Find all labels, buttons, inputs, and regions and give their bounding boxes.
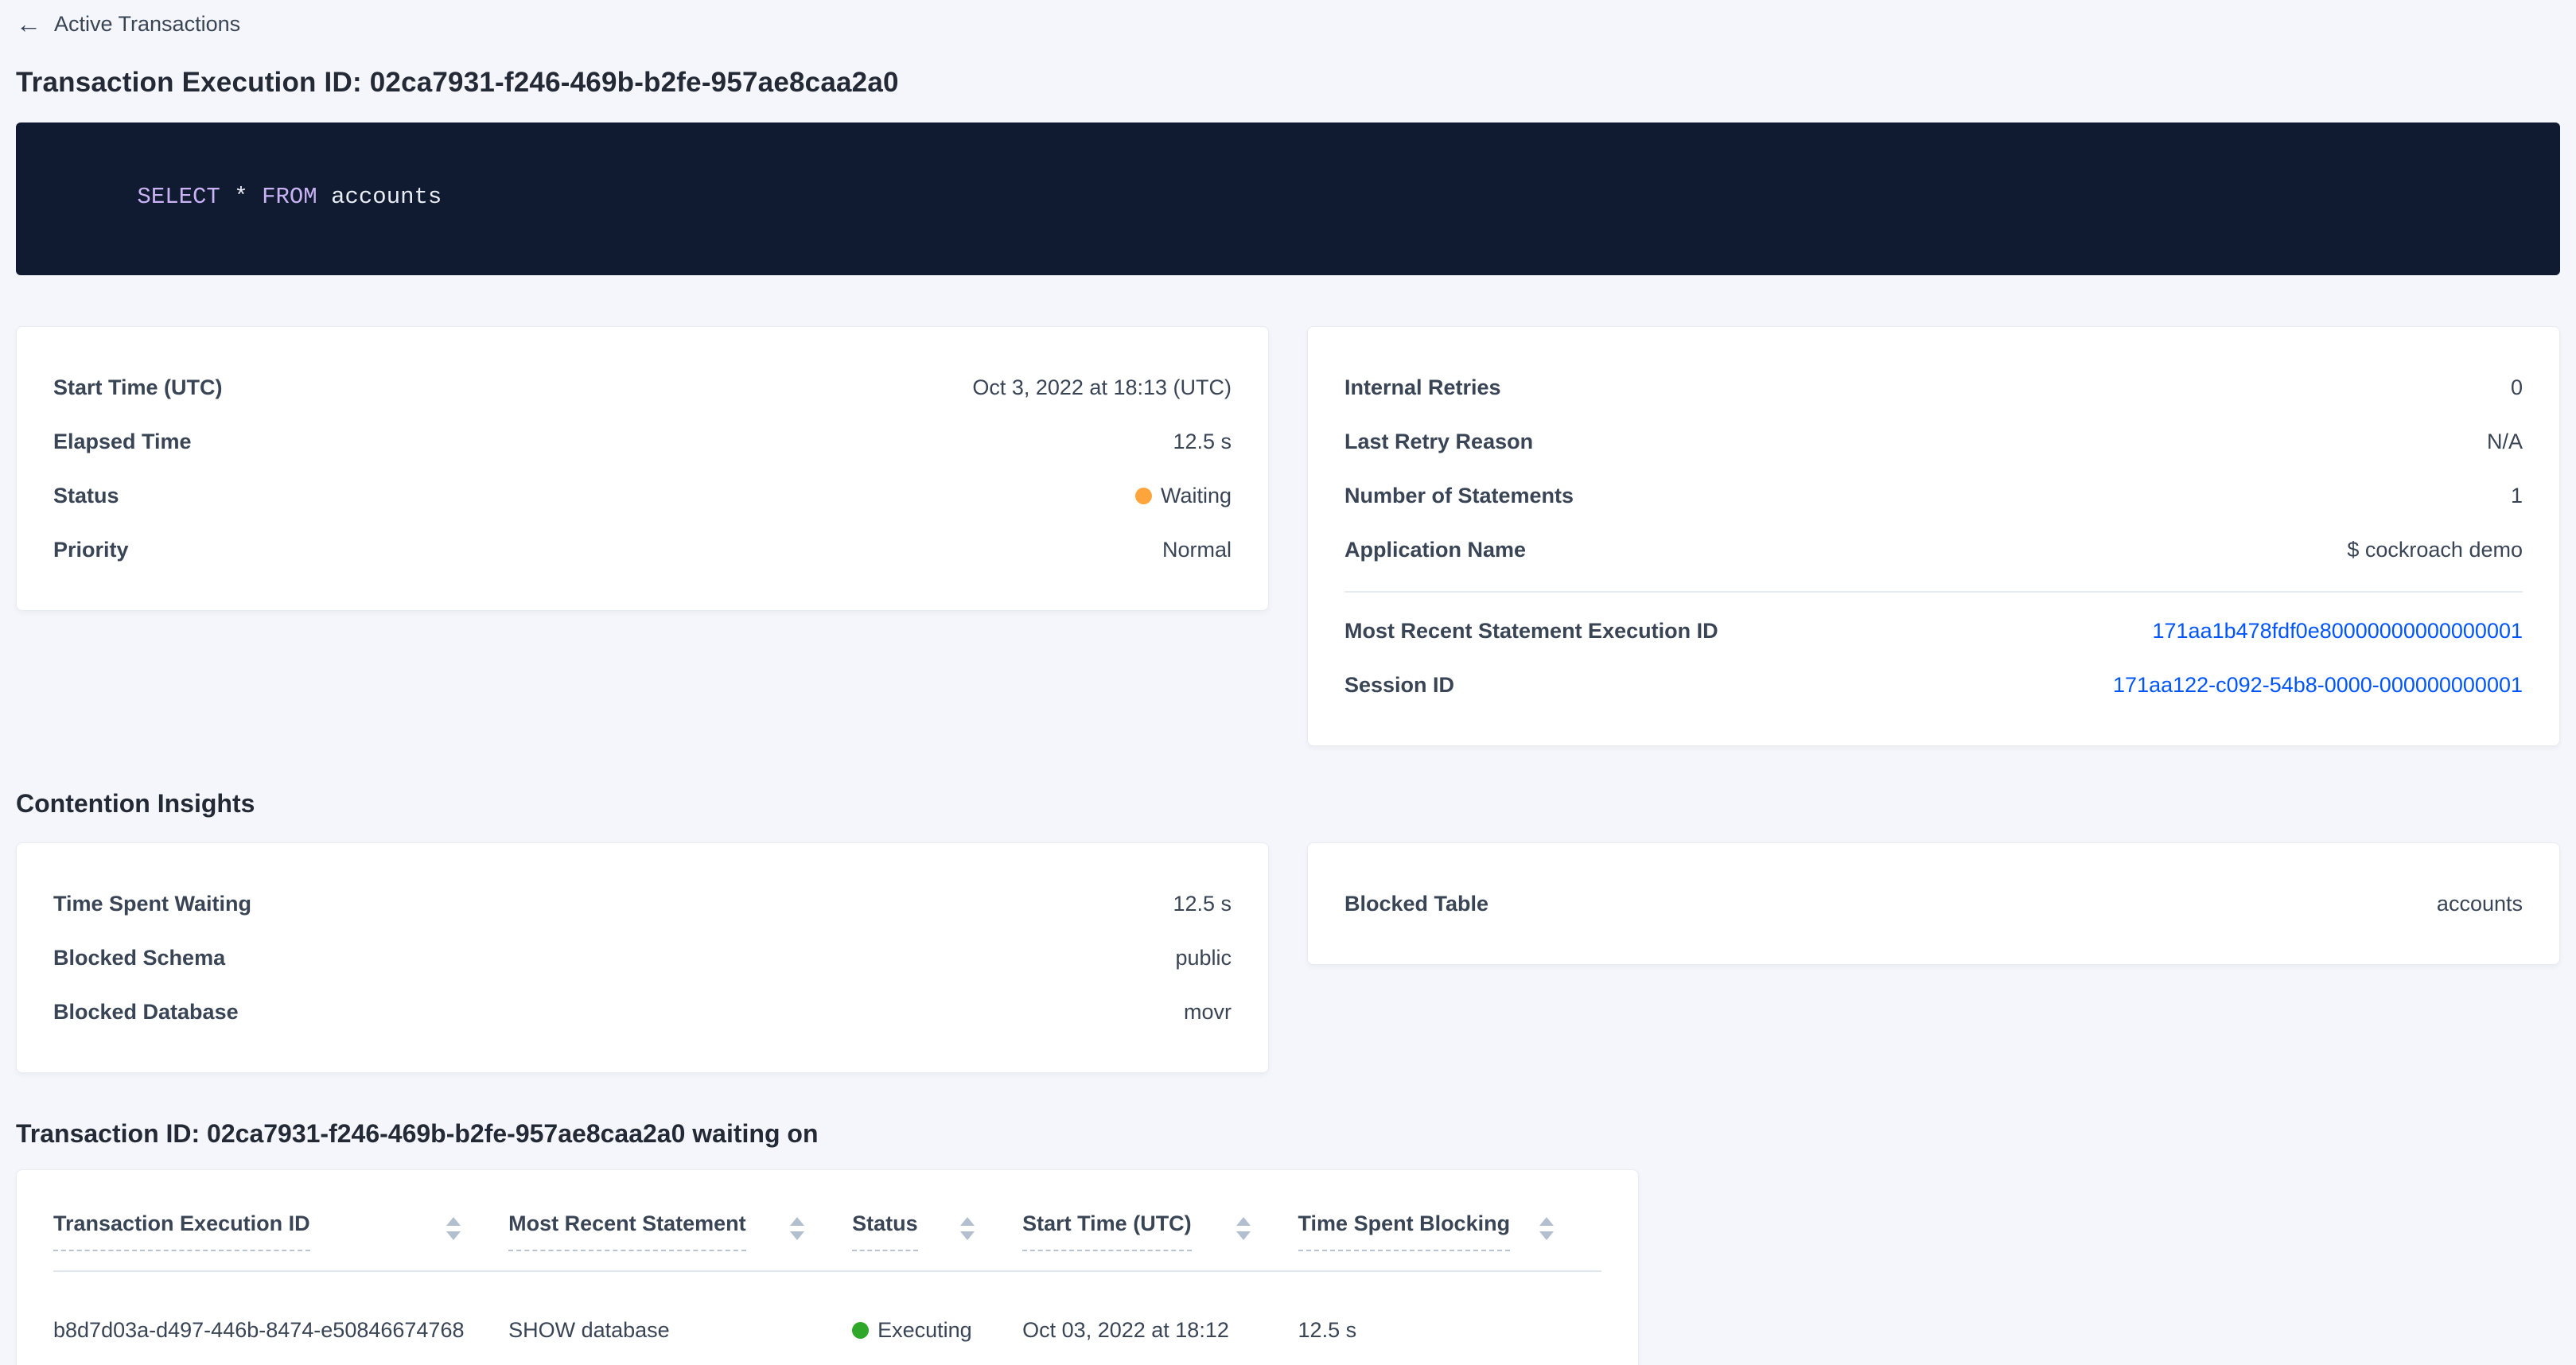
summary-row-application-name: Application Name $ cockroach demo xyxy=(1344,523,2523,577)
back-link[interactable]: ← Active Transactions xyxy=(16,11,240,37)
column-header-label[interactable]: Transaction Execution ID xyxy=(53,1211,310,1251)
summary-value: $ cockroach demo xyxy=(2347,538,2523,562)
column-header-status: Status xyxy=(852,1211,1022,1251)
summary-label: Status xyxy=(53,484,119,508)
summary-value: Oct 3, 2022 at 18:13 (UTC) xyxy=(972,375,1232,400)
summary-value: Normal xyxy=(1162,538,1232,562)
summary-label: Session ID xyxy=(1344,673,1454,698)
column-header-start-time: Start Time (UTC) xyxy=(1022,1211,1298,1251)
column-header-label[interactable]: Time Spent Blocking xyxy=(1298,1211,1511,1251)
sql-keyword-from: FROM xyxy=(262,184,317,210)
summary-row-internal-retries: Internal Retries 0 xyxy=(1344,360,2523,414)
waiting-on-table: Transaction Execution ID Most Recent Sta… xyxy=(16,1169,1639,1365)
summary-row-statement-execution-id: Most Recent Statement Execution ID 171aa… xyxy=(1344,604,2523,658)
summary-label: Internal Retries xyxy=(1344,375,1501,400)
sort-icon[interactable] xyxy=(960,1217,975,1240)
cell-status: Executing xyxy=(852,1318,1022,1343)
status-value: Waiting xyxy=(1135,484,1232,508)
back-arrow-icon: ← xyxy=(16,11,41,37)
summary-row-last-retry-reason: Last Retry Reason N/A xyxy=(1344,414,2523,469)
summary-value: 0 xyxy=(2511,375,2523,400)
summary-label: Blocked Table xyxy=(1344,892,1488,916)
column-header-label[interactable]: Start Time (UTC) xyxy=(1022,1211,1192,1251)
summary-value: movr xyxy=(1184,1000,1232,1025)
summary-label: Priority xyxy=(53,538,129,562)
summary-value: public xyxy=(1175,946,1232,970)
active-transaction-details-page: ← Active Transactions Transaction Execut… xyxy=(0,0,2576,1365)
card-divider xyxy=(1344,591,2523,593)
summary-value: N/A xyxy=(2487,430,2523,454)
contention-cards: Time Spent Waiting 12.5 s Blocked Schema… xyxy=(16,842,2560,1073)
waiting-status-dot-icon xyxy=(1135,488,1152,504)
sql-star: * xyxy=(220,184,262,210)
summary-row-blocked-schema: Blocked Schema public xyxy=(53,931,1232,985)
sort-icon[interactable] xyxy=(446,1217,461,1240)
summary-row-time-spent-waiting: Time Spent Waiting 12.5 s xyxy=(53,877,1232,931)
topbar: ← Active Transactions xyxy=(16,0,2560,37)
summary-label: Blocked Database xyxy=(53,1000,239,1025)
overview-card-right: Internal Retries 0 Last Retry Reason N/A… xyxy=(1307,326,2560,746)
executing-status-dot-icon xyxy=(852,1322,869,1339)
overview-cards: Start Time (UTC) Oct 3, 2022 at 18:13 (U… xyxy=(16,326,2560,746)
column-header-most-recent-statement: Most Recent Statement xyxy=(508,1211,852,1251)
summary-value: accounts xyxy=(2437,892,2523,916)
summary-label: Start Time (UTC) xyxy=(53,375,223,400)
column-header-label[interactable]: Status xyxy=(852,1211,918,1251)
waiting-on-heading: Transaction ID: 02ca7931-f246-469b-b2fe-… xyxy=(16,1119,2560,1149)
cell-time-spent-blocking: 12.5 s xyxy=(1298,1318,1601,1343)
column-header-transaction-execution-id: Transaction Execution ID xyxy=(53,1211,508,1251)
sql-table-name: accounts xyxy=(317,184,442,210)
back-link-label: Active Transactions xyxy=(54,12,240,37)
summary-row-elapsed-time: Elapsed Time 12.5 s xyxy=(53,414,1232,469)
column-header-label[interactable]: Most Recent Statement xyxy=(508,1211,746,1251)
summary-value: 1 xyxy=(2511,484,2523,508)
summary-label: Most Recent Statement Execution ID xyxy=(1344,619,1718,644)
sql-statement-box: SELECT * FROM accounts xyxy=(16,122,2560,275)
cell-most-recent-statement: SHOW database xyxy=(508,1318,852,1343)
contention-card-right: Blocked Table accounts xyxy=(1307,842,2560,965)
summary-row-start-time: Start Time (UTC) Oct 3, 2022 at 18:13 (U… xyxy=(53,360,1232,414)
statement-execution-id-link[interactable]: 171aa1b478fdf0e80000000000000001 xyxy=(2153,619,2523,644)
page-title: Transaction Execution ID: 02ca7931-f246-… xyxy=(16,67,2560,99)
summary-row-blocked-table: Blocked Table accounts xyxy=(1344,877,2523,931)
session-id-link[interactable]: 171aa122-c092-54b8-0000-000000000001 xyxy=(2113,673,2523,698)
summary-row-session-id: Session ID 171aa122-c092-54b8-0000-00000… xyxy=(1344,658,2523,712)
sql-keyword-select: SELECT xyxy=(137,184,220,210)
contention-card-left: Time Spent Waiting 12.5 s Blocked Schema… xyxy=(16,842,1269,1073)
summary-label: Elapsed Time xyxy=(53,430,192,454)
summary-label: Time Spent Waiting xyxy=(53,892,251,916)
column-header-time-spent-blocking: Time Spent Blocking xyxy=(1298,1211,1601,1251)
summary-label: Application Name xyxy=(1344,538,1526,562)
summary-row-status: Status Waiting xyxy=(53,469,1232,523)
summary-value: 12.5 s xyxy=(1173,430,1232,454)
sort-icon[interactable] xyxy=(1539,1217,1554,1240)
sql-statement: SELECT * FROM accounts xyxy=(54,158,2522,236)
sort-icon[interactable] xyxy=(1236,1217,1251,1240)
summary-value: 12.5 s xyxy=(1173,892,1232,916)
contention-insights-heading: Contention Insights xyxy=(16,789,2560,819)
overview-card-left: Start Time (UTC) Oct 3, 2022 at 18:13 (U… xyxy=(16,326,1269,611)
sort-icon[interactable] xyxy=(790,1217,804,1240)
table-header-row: Transaction Execution ID Most Recent Sta… xyxy=(53,1211,1601,1251)
summary-row-number-of-statements: Number of Statements 1 xyxy=(1344,469,2523,523)
cell-start-time: Oct 03, 2022 at 18:12 xyxy=(1022,1318,1298,1343)
summary-label: Last Retry Reason xyxy=(1344,430,1533,454)
summary-label: Number of Statements xyxy=(1344,484,1574,508)
summary-row-blocked-database: Blocked Database movr xyxy=(53,985,1232,1039)
table-row: b8d7d03a-d497-446b-8474-e50846674768 SHO… xyxy=(53,1272,1601,1365)
status-text: Waiting xyxy=(1161,484,1232,508)
status-text: Executing xyxy=(877,1318,972,1343)
summary-label: Blocked Schema xyxy=(53,946,225,970)
summary-row-priority: Priority Normal xyxy=(53,523,1232,577)
cell-transaction-execution-id: b8d7d03a-d497-446b-8474-e50846674768 xyxy=(53,1318,508,1343)
